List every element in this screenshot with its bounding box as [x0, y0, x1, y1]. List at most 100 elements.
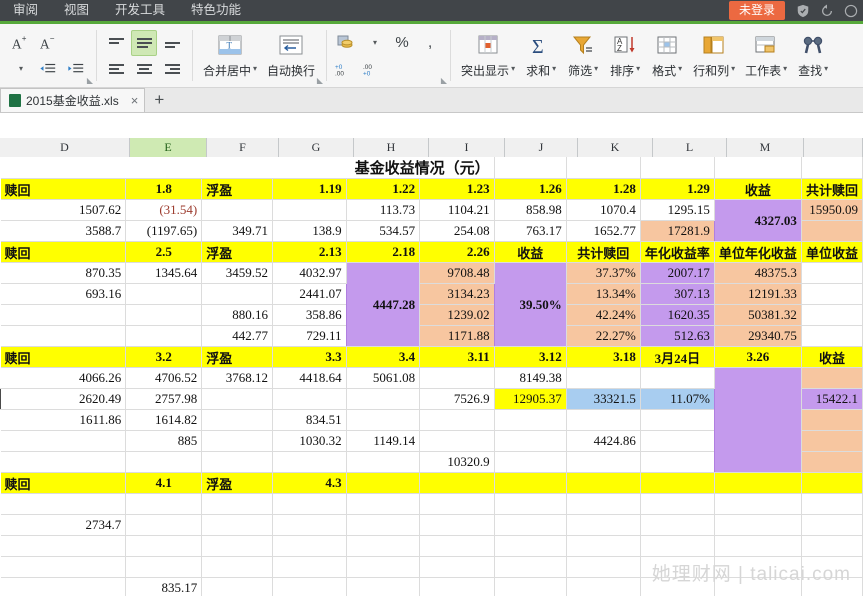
cell[interactable] [494, 430, 567, 452]
align-center-icon[interactable] [131, 56, 157, 82]
cell[interactable]: 浮盈 [201, 241, 273, 263]
cell[interactable] [419, 367, 495, 389]
cell[interactable]: 3459.52 [201, 262, 273, 284]
cell[interactable] [494, 493, 567, 515]
cell[interactable] [494, 514, 567, 536]
cell[interactable]: 4032.97 [272, 262, 347, 284]
cell[interactable] [714, 157, 802, 179]
cell[interactable] [713, 367, 802, 473]
cell[interactable] [346, 577, 421, 596]
cell[interactable]: 349.71 [201, 220, 273, 242]
cell[interactable] [0, 430, 127, 452]
cell[interactable] [419, 493, 495, 515]
cell[interactable] [640, 157, 715, 179]
cell[interactable]: 收益 [714, 178, 802, 200]
cell[interactable]: 29340.75 [713, 325, 802, 347]
cell[interactable] [566, 535, 641, 557]
cell[interactable] [494, 409, 567, 431]
cell[interactable]: 年化收益率 [640, 241, 715, 263]
cell[interactable]: 共计赎回 [566, 241, 641, 263]
sheet-table[interactable]: 基金收益情况（元） 赎回 1.8 浮盈 1.19 1.22 1.23 1.26 1.28 1.29… [0, 157, 863, 596]
cell[interactable] [125, 556, 203, 578]
cell[interactable] [494, 451, 567, 473]
cell[interactable]: (31.54) [125, 199, 203, 221]
cell[interactable]: 单位收益 [801, 241, 863, 263]
chevron-down-icon[interactable]: ▾ [824, 64, 828, 73]
filter-button[interactable]: 筛选 ▾ [562, 26, 604, 86]
table-row[interactable] [0, 556, 863, 578]
header-row[interactable]: 赎回 3.2 浮盈 3.3 3.4 3.11 3.12 3.18 3月24日 3.26 收益 [0, 346, 863, 368]
cell[interactable] [801, 535, 863, 557]
cell[interactable]: 浮盈 [201, 472, 273, 494]
cell[interactable]: 7526.9 [419, 388, 495, 410]
cell[interactable] [201, 430, 273, 452]
cell[interactable]: 834.51 [272, 409, 347, 431]
chevron-down-icon[interactable]: ▾ [731, 64, 735, 73]
percent-format-icon[interactable]: % [389, 30, 415, 56]
more-font-options-caret-icon[interactable]: ▾ [7, 56, 33, 82]
cell[interactable] [125, 514, 203, 536]
cell[interactable]: 共计赎回 [801, 178, 863, 200]
cell[interactable] [0, 535, 127, 557]
cell[interactable] [714, 556, 802, 578]
cell[interactable]: 5061.08 [346, 367, 421, 389]
table-row[interactable]: 693.16 2441.07 3134.23 13.34% 307.13 12191.33 [0, 283, 863, 305]
cell[interactable]: 4447.28 [345, 262, 421, 347]
column-header-f[interactable]: F [207, 138, 279, 157]
table-row[interactable]: 880.16 358.86 1239.02 42.24% 1620.35 50381.32 [0, 304, 863, 326]
cell[interactable] [566, 367, 641, 389]
merge-and-center-button[interactable]: T 合并居中 ▾ [198, 26, 262, 86]
cell[interactable] [714, 535, 802, 557]
cell[interactable]: 885 [125, 430, 203, 452]
cell[interactable] [272, 451, 347, 473]
column-header-k[interactable]: K [578, 138, 653, 157]
cell[interactable]: 2007.17 [639, 262, 715, 284]
cell[interactable]: 512.63 [639, 325, 715, 347]
cell[interactable] [272, 493, 347, 515]
cell[interactable]: 1149.14 [346, 430, 421, 452]
cell[interactable]: 3.11 [419, 346, 495, 368]
cell[interactable]: 1620.35 [639, 304, 715, 326]
align-right-icon[interactable] [159, 56, 185, 82]
column-header-d[interactable]: D [0, 138, 130, 157]
cell[interactable] [272, 556, 347, 578]
cell[interactable]: 浮盈 [201, 346, 273, 368]
cell[interactable] [800, 220, 863, 242]
column-header-m[interactable]: M [727, 138, 804, 157]
cell[interactable]: 1295.15 [640, 199, 715, 221]
column-header-l[interactable]: L [653, 138, 727, 157]
cell[interactable] [125, 535, 203, 557]
increase-decimal-icon[interactable]: +0.00 [333, 56, 359, 82]
cell[interactable] [566, 556, 641, 578]
comma-format-icon[interactable]: , [417, 30, 443, 56]
cell[interactable] [801, 577, 863, 596]
cell[interactable] [0, 325, 127, 347]
spreadsheet-area[interactable]: DEFGHIJKLM 基金收益情况（元） 赎回 1.8 浮盈 1.19 1.22 1.23 1… [0, 113, 863, 596]
table-row[interactable]: 442.77 729.11 1171.88 22.27% 512.63 29340.75 [0, 325, 863, 347]
cell[interactable]: 4418.64 [272, 367, 347, 389]
cell[interactable]: 835.17 [125, 577, 203, 596]
cell[interactable] [801, 325, 863, 347]
cell[interactable] [201, 409, 273, 431]
chevron-down-icon[interactable]: ▾ [783, 64, 787, 73]
cell[interactable]: 赎回 [0, 346, 127, 368]
cell[interactable] [201, 388, 273, 410]
cell[interactable] [272, 577, 347, 596]
cell[interactable]: 3768.12 [201, 367, 273, 389]
cell[interactable]: 1070.4 [566, 199, 641, 221]
document-tab[interactable]: 2015基金收益.xls × [0, 88, 146, 112]
worksheet-button[interactable]: 工作表 ▾ [740, 26, 792, 86]
cell[interactable]: 1171.88 [419, 325, 495, 347]
cell[interactable]: 赎回 [0, 241, 127, 263]
cell[interactable]: 2.26 [419, 241, 495, 263]
cell[interactable]: 2441.07 [272, 283, 347, 305]
cell[interactable] [272, 535, 347, 557]
cell[interactable]: 1.8 [125, 178, 203, 200]
cell[interactable]: 2.18 [346, 241, 421, 263]
help-icon[interactable] [842, 2, 860, 20]
cell[interactable] [640, 556, 715, 578]
header-row[interactable]: 赎回 4.1 浮盈 4.3 [0, 472, 863, 494]
rows-columns-button[interactable]: 行和列 ▾ [688, 26, 740, 86]
cell[interactable]: 1.23 [419, 178, 495, 200]
cell[interactable] [419, 577, 495, 596]
